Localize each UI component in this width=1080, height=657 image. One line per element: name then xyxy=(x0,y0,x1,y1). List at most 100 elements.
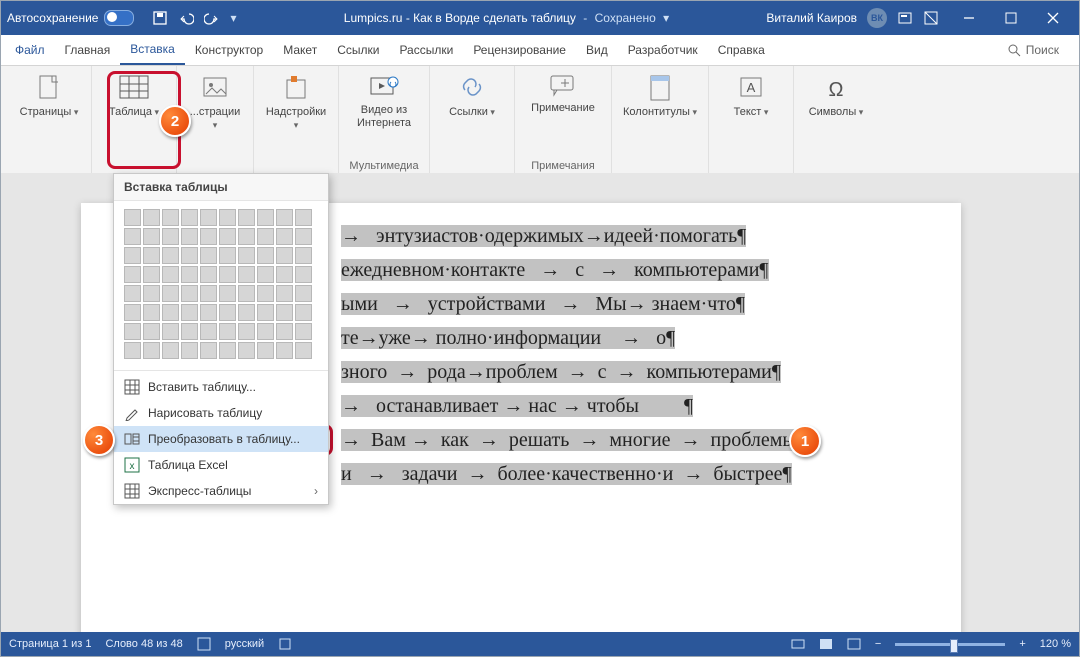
online-video-button[interactable]: Видео из Интернета xyxy=(349,72,419,129)
text-label: Текст xyxy=(734,106,769,119)
menu-label: Нарисовать таблицу xyxy=(148,406,262,420)
addins-label: Надстройки xyxy=(264,106,328,131)
symbols-label: Символы xyxy=(809,106,864,119)
group-comments: Примечание Примечания xyxy=(515,66,612,174)
undo-icon[interactable] xyxy=(178,10,194,26)
links-label: Ссылки xyxy=(449,106,495,119)
text-button[interactable]: A Текст xyxy=(719,72,783,119)
web-layout-icon[interactable] xyxy=(847,637,861,651)
comment-icon xyxy=(549,74,577,100)
group-text: A Текст xyxy=(709,66,794,174)
menu-label: Вставить таблицу... xyxy=(148,380,256,394)
user-name: Виталий Каиров xyxy=(766,11,857,25)
svg-text:Ω: Ω xyxy=(829,79,844,101)
annotation-badge-2: 2 xyxy=(159,105,191,137)
tab-view[interactable]: Вид xyxy=(576,35,618,65)
table-icon xyxy=(118,74,150,104)
table-button[interactable]: Таблица xyxy=(102,72,166,119)
minimize-button[interactable] xyxy=(949,3,989,33)
tell-me-search[interactable]: Поиск xyxy=(1007,35,1079,65)
links-button[interactable]: Ссылки xyxy=(440,72,504,119)
doc-line: и → задачи → более·качественно·и → быстр… xyxy=(341,463,792,485)
status-bar: Страница 1 из 1 Слово 48 из 48 русский −… xyxy=(1,632,1079,656)
pages-label: Страницы xyxy=(20,106,79,119)
maximize-button[interactable] xyxy=(991,3,1031,33)
zoom-level[interactable]: 120 % xyxy=(1040,638,1071,650)
table-grid-picker[interactable] xyxy=(114,201,328,367)
pencil-icon xyxy=(124,405,140,421)
tab-developer[interactable]: Разработчик xyxy=(618,35,708,65)
header-icon xyxy=(647,74,673,104)
menu-quick-tables[interactable]: Экспресс-таблицы › xyxy=(114,478,328,504)
toggle-icon[interactable] xyxy=(104,10,134,26)
illustrations-button[interactable]: ...страции xyxy=(187,72,243,131)
comment-button[interactable]: Примечание xyxy=(525,72,601,115)
display-mode-icon[interactable] xyxy=(923,10,939,26)
tab-references[interactable]: Ссылки xyxy=(327,35,389,65)
annotation-badge-3: 3 xyxy=(83,424,115,456)
doc-line: зного → рода→проблем → с → компьютерами¶ xyxy=(341,361,781,383)
zoom-in-button[interactable]: + xyxy=(1019,638,1025,650)
doc-line: те→уже→ полно·информации → о¶ xyxy=(341,327,675,349)
zoom-out-button[interactable]: − xyxy=(875,638,881,650)
addin-icon xyxy=(283,74,309,104)
macro-icon[interactable] xyxy=(278,637,292,651)
menu-label: Преобразовать в таблицу... xyxy=(148,432,300,446)
menu-draw-table[interactable]: Нарисовать таблицу xyxy=(114,400,328,426)
doc-line: ыми → устройствами → Мы→ знаем·что¶ xyxy=(341,293,745,315)
tab-layout[interactable]: Макет xyxy=(273,35,327,65)
menu-insert-table[interactable]: Вставить таблицу... xyxy=(114,374,328,400)
ribbon-tabs: Файл Главная Вставка Конструктор Макет С… xyxy=(1,35,1079,66)
doc-line: → Вам → как → решать → многие → проблемы… xyxy=(341,429,805,451)
qat-dropdown-icon[interactable]: ▾ xyxy=(230,11,236,25)
group-media: Видео из Интернета Мультимедиа xyxy=(339,66,430,174)
redo-icon[interactable] xyxy=(204,10,220,26)
status-language[interactable]: русский xyxy=(225,638,264,650)
tab-help[interactable]: Справка xyxy=(708,35,775,65)
comment-label: Примечание xyxy=(531,102,595,115)
addins-button[interactable]: Надстройки xyxy=(264,72,328,131)
window-title: Lumpics.ru - Как в Ворде сделать таблицу… xyxy=(247,11,767,25)
video-icon xyxy=(369,74,399,102)
avatar[interactable]: ВК xyxy=(867,8,887,28)
print-layout-icon[interactable] xyxy=(819,637,833,651)
save-status: Сохранено xyxy=(595,11,656,25)
group-links: Ссылки xyxy=(430,66,515,174)
spellcheck-icon[interactable] xyxy=(197,637,211,651)
window-controls xyxy=(949,3,1073,33)
read-mode-icon[interactable] xyxy=(791,637,805,651)
grid-icon xyxy=(124,483,140,499)
user-area: Виталий Каиров ВК xyxy=(766,8,939,28)
tab-insert[interactable]: Вставка xyxy=(120,35,185,65)
annotation-badge-1: 1 xyxy=(789,425,821,457)
autosave-toggle[interactable]: Автосохранение xyxy=(7,10,134,26)
omega-icon: Ω xyxy=(823,74,849,104)
close-button[interactable] xyxy=(1033,3,1073,33)
menu-excel-table[interactable]: x Таблица Excel xyxy=(114,452,328,478)
picture-icon xyxy=(202,74,228,104)
header-footer-label: Колонтитулы xyxy=(623,106,697,119)
notification-icon[interactable] xyxy=(897,10,913,26)
tab-mailings[interactable]: Рассылки xyxy=(389,35,463,65)
tab-review[interactable]: Рецензирование xyxy=(463,35,576,65)
menu-label: Таблица Excel xyxy=(148,458,228,472)
autosave-label: Автосохранение xyxy=(7,11,98,25)
status-page[interactable]: Страница 1 из 1 xyxy=(9,638,91,650)
illustrations-label: ...страции xyxy=(187,106,243,131)
zoom-slider[interactable] xyxy=(895,643,1005,646)
group-symbols: Ω Символы xyxy=(794,66,878,174)
group-header-footer: Колонтитулы xyxy=(612,66,709,174)
symbols-button[interactable]: Ω Символы xyxy=(804,72,868,119)
status-words[interactable]: Слово 48 из 48 xyxy=(105,638,182,650)
pages-button[interactable]: Страницы xyxy=(17,72,81,119)
doc-line: → останавливает → нас → чтобы ¶ xyxy=(341,395,693,417)
save-icon[interactable] xyxy=(152,10,168,26)
tab-home[interactable]: Главная xyxy=(55,35,121,65)
header-footer-button[interactable]: Колонтитулы xyxy=(622,72,698,119)
quick-access-toolbar: ▾ xyxy=(152,10,236,26)
tab-file[interactable]: Файл xyxy=(5,35,55,65)
tab-design[interactable]: Конструктор xyxy=(185,35,273,65)
menu-convert-to-table[interactable]: Преобразовать в таблицу... xyxy=(114,426,328,452)
link-icon xyxy=(459,74,485,104)
document-title: Lumpics.ru - Как в Ворде сделать таблицу xyxy=(344,11,576,25)
